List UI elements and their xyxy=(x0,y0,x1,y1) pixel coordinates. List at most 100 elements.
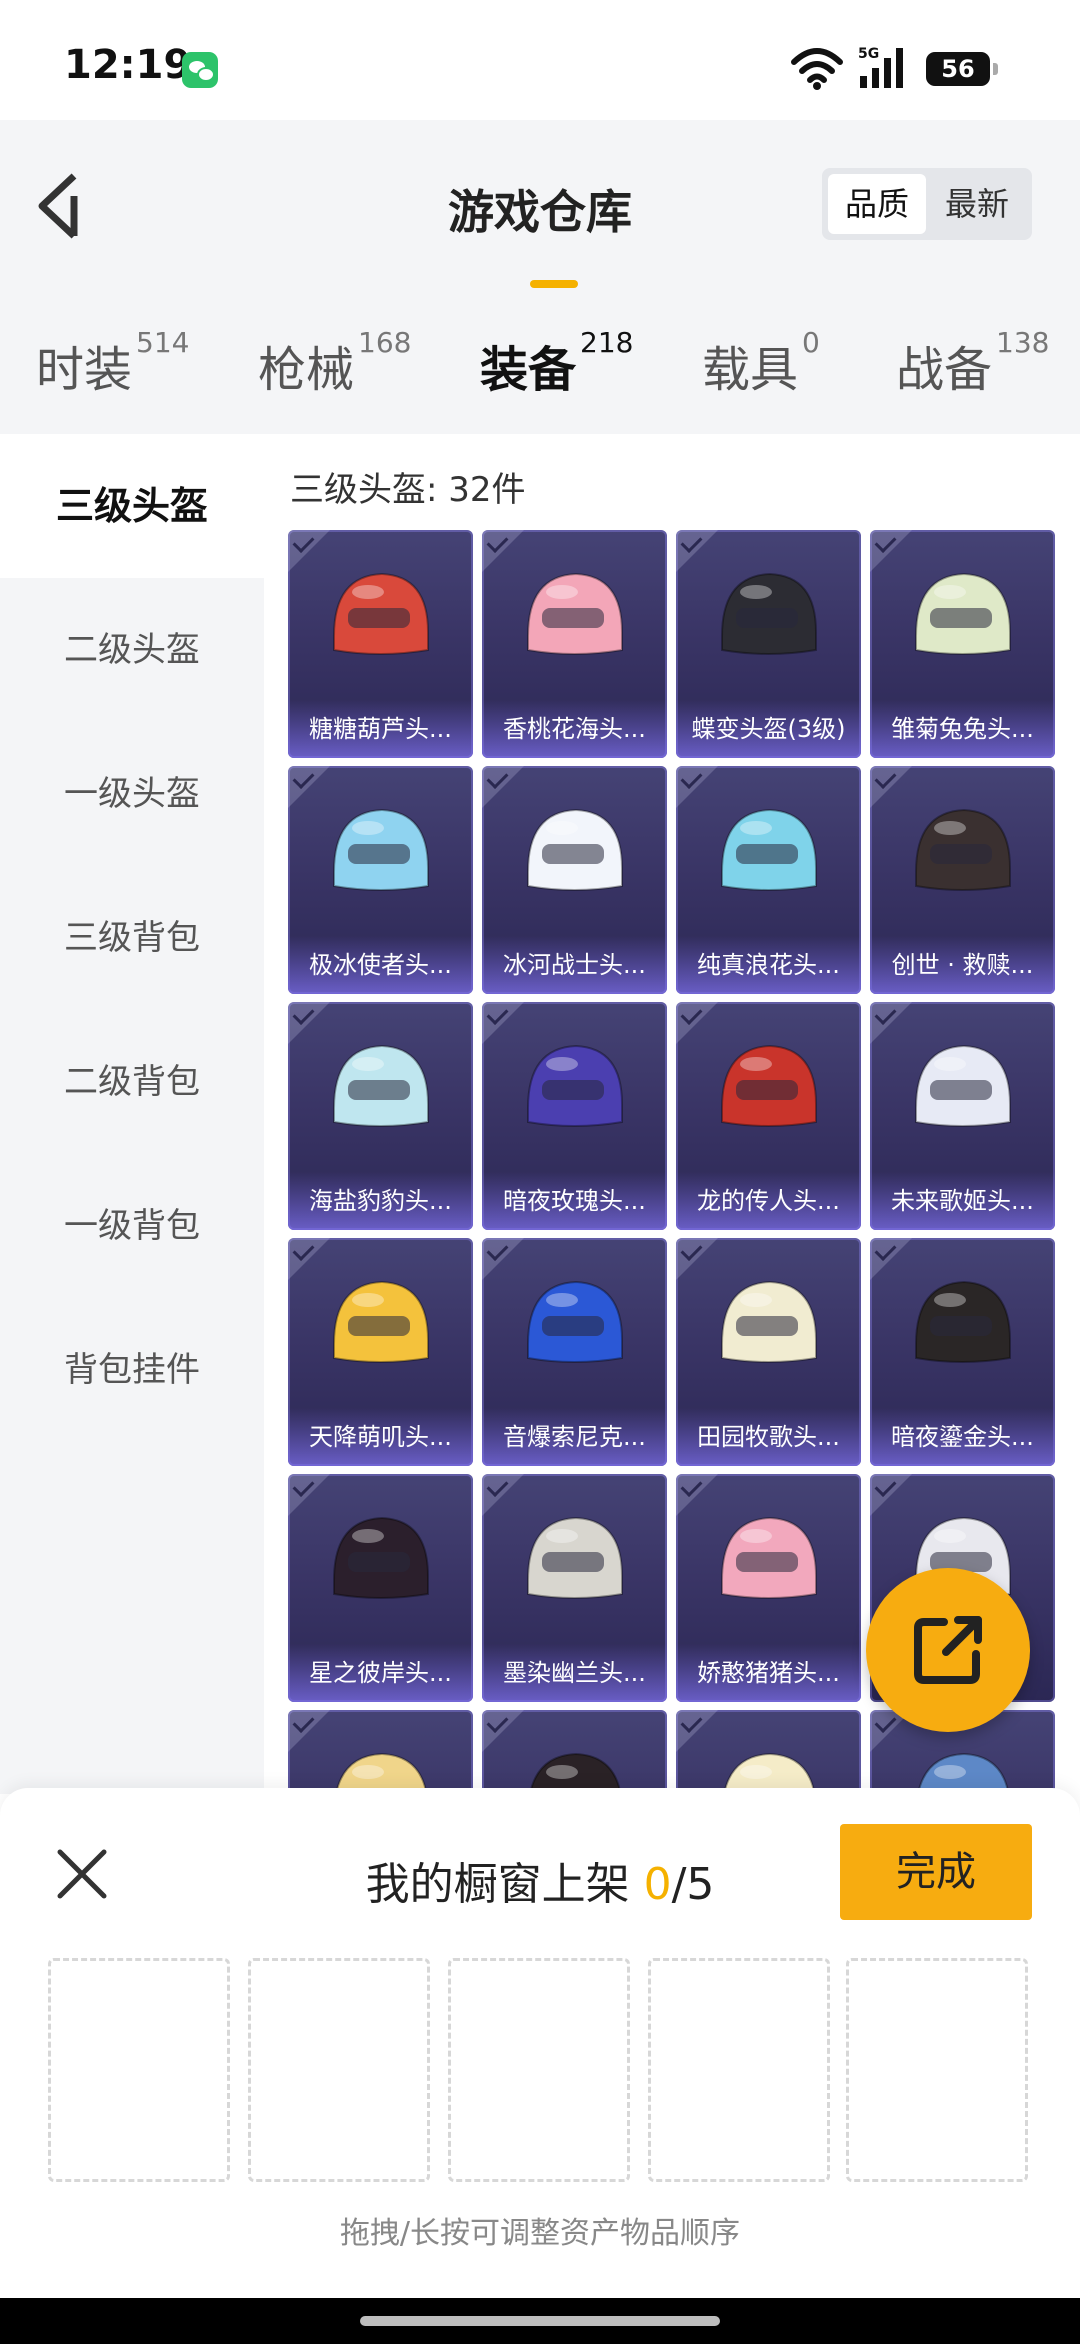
sidebar-item-level1-backpack[interactable]: 一级背包 xyxy=(0,1154,264,1298)
item-name: 纯真浪花头... xyxy=(676,936,861,994)
share-icon xyxy=(914,1616,982,1684)
helmet-icon xyxy=(722,1752,816,1794)
tab-vehicles[interactable]: 载具 0 xyxy=(702,326,820,400)
item-name: 香桃花海头... xyxy=(482,700,667,758)
active-tab-indicator xyxy=(530,280,578,288)
sidebar-item-level1-helmet[interactable]: 一级头盔 xyxy=(0,722,264,866)
done-button[interactable]: 完成 xyxy=(840,1824,1032,1920)
sort-quality-button[interactable]: 品质 xyxy=(828,174,926,234)
showcase-slot[interactable] xyxy=(48,1958,230,2182)
tab-fashion[interactable]: 时装 514 xyxy=(36,326,189,400)
item-name: 未来歌姬头... xyxy=(870,1172,1055,1230)
item-card[interactable]: 暗夜鎏金头... xyxy=(870,1238,1055,1466)
item-card[interactable] xyxy=(482,1710,667,1794)
item-name: 糖糖葫芦头... xyxy=(288,700,473,758)
helmet-icon xyxy=(721,1044,817,1127)
helmet-icon xyxy=(527,1044,623,1127)
helmet-icon xyxy=(721,572,817,655)
showcase-slot[interactable] xyxy=(248,1958,430,2182)
status-time: 12:19 xyxy=(64,42,192,88)
reorder-hint: 拖拽/长按可调整资产物品顺序 xyxy=(339,2216,741,2251)
section-title: 三级头盔: 32件 xyxy=(290,470,526,510)
item-card[interactable] xyxy=(288,1710,473,1794)
wifi-icon xyxy=(791,48,843,90)
home-indicator[interactable] xyxy=(360,2316,720,2326)
wechat-icon xyxy=(182,52,218,88)
item-name: 暗夜鎏金头... xyxy=(870,1408,1055,1466)
helmet-icon xyxy=(333,572,429,655)
item-card[interactable]: 创世 · 救赎... xyxy=(870,766,1055,994)
showcase-slot[interactable] xyxy=(846,1958,1028,2182)
helmet-icon xyxy=(333,1516,429,1599)
item-name: 墨染幽兰头... xyxy=(482,1644,667,1702)
item-card[interactable]: 音爆索尼克... xyxy=(482,1238,667,1466)
item-card[interactable]: 未来歌姬头... xyxy=(870,1002,1055,1230)
helmet-icon xyxy=(527,572,623,655)
helmet-icon xyxy=(915,572,1011,655)
item-card[interactable]: 极冰使者头... xyxy=(288,766,473,994)
status-bar: 12:19 5G 56 xyxy=(0,0,1080,120)
navigation-bar xyxy=(0,2298,1080,2344)
item-name: 龙的传人头... xyxy=(676,1172,861,1230)
item-card[interactable]: 暗夜玫瑰头... xyxy=(482,1002,667,1230)
showcase-slot[interactable] xyxy=(448,1958,630,2182)
helmet-icon xyxy=(915,1044,1011,1127)
sidebar-item-level3-backpack[interactable]: 三级背包 xyxy=(0,866,264,1010)
showcase-total: /5 xyxy=(671,1859,715,1910)
helmet-icon xyxy=(721,1516,817,1599)
item-card[interactable]: 香桃花海头... xyxy=(482,530,667,758)
item-card[interactable]: 蝶变头盔(3级) xyxy=(676,530,861,758)
category-tabs: 时装 514 枪械 168 装备 218 载具 0 战备 138 xyxy=(0,320,1080,434)
helmet-icon xyxy=(721,1280,817,1363)
item-card[interactable]: 天降萌叽头... xyxy=(288,1238,473,1466)
battery-icon: 56 xyxy=(926,52,998,86)
helmet-icon xyxy=(916,1752,1010,1794)
item-card[interactable]: 海盐豹豹头... xyxy=(288,1002,473,1230)
item-card[interactable]: 雏菊兔兔头... xyxy=(870,530,1055,758)
showcase-slot[interactable] xyxy=(648,1958,830,2182)
helmet-icon xyxy=(915,808,1011,891)
showcase-title-label: 我的橱窗上架 xyxy=(365,1859,644,1910)
helmet-icon xyxy=(721,808,817,891)
helmet-icon xyxy=(527,1280,623,1363)
sidebar-item-level2-helmet[interactable]: 二级头盔 xyxy=(0,578,264,722)
helmet-icon xyxy=(333,808,429,891)
item-card[interactable] xyxy=(676,1710,861,1794)
tab-equipment[interactable]: 装备 218 xyxy=(480,326,633,400)
item-name: 音爆索尼克... xyxy=(482,1408,667,1466)
sort-toggle[interactable]: 品质 最新 xyxy=(822,168,1032,240)
sort-latest-button[interactable]: 最新 xyxy=(928,174,1026,234)
item-card[interactable]: 糖糖葫芦头... xyxy=(288,530,473,758)
item-card[interactable]: 墨染幽兰头... xyxy=(482,1474,667,1702)
item-name: 星之彼岸头... xyxy=(288,1644,473,1702)
showcase-count: 0 xyxy=(643,1859,672,1910)
helmet-icon xyxy=(333,1044,429,1127)
item-card[interactable]: 纯真浪花头... xyxy=(676,766,861,994)
item-name: 创世 · 救赎... xyxy=(870,936,1055,994)
sidebar-item-backpack-charm[interactable]: 背包挂件 xyxy=(0,1298,264,1442)
item-card[interactable]: 龙的传人头... xyxy=(676,1002,861,1230)
item-card[interactable]: 冰河战士头... xyxy=(482,766,667,994)
sidebar: 三级头盔 二级头盔 一级头盔 三级背包 二级背包 一级背包 背包挂件 xyxy=(0,434,264,1794)
helmet-icon xyxy=(333,1280,429,1363)
item-name: 田园牧歌头... xyxy=(676,1408,861,1466)
network-label: 5G xyxy=(858,46,879,62)
tab-supplies[interactable]: 战备 138 xyxy=(896,326,1049,400)
helmet-icon xyxy=(527,1516,623,1599)
share-button[interactable] xyxy=(866,1568,1030,1732)
item-card[interactable]: 星之彼岸头... xyxy=(288,1474,473,1702)
item-name: 蝶变头盔(3级) xyxy=(676,700,861,758)
signal-icon: 5G xyxy=(858,46,903,88)
helmet-icon xyxy=(527,808,623,891)
helmet-icon xyxy=(334,1752,428,1794)
tab-firearms[interactable]: 枪械 168 xyxy=(258,326,411,400)
sidebar-item-level2-backpack[interactable]: 二级背包 xyxy=(0,1010,264,1154)
item-card[interactable]: 娇憨猪猪头... xyxy=(676,1474,861,1702)
item-name: 暗夜玫瑰头... xyxy=(482,1172,667,1230)
sidebar-item-level3-helmet[interactable]: 三级头盔 xyxy=(0,434,264,578)
item-name: 娇憨猪猪头... xyxy=(676,1644,861,1702)
item-name: 冰河战士头... xyxy=(482,936,667,994)
item-name: 雏菊兔兔头... xyxy=(870,700,1055,758)
item-name: 天降萌叽头... xyxy=(288,1408,473,1466)
item-card[interactable]: 田园牧歌头... xyxy=(676,1238,861,1466)
